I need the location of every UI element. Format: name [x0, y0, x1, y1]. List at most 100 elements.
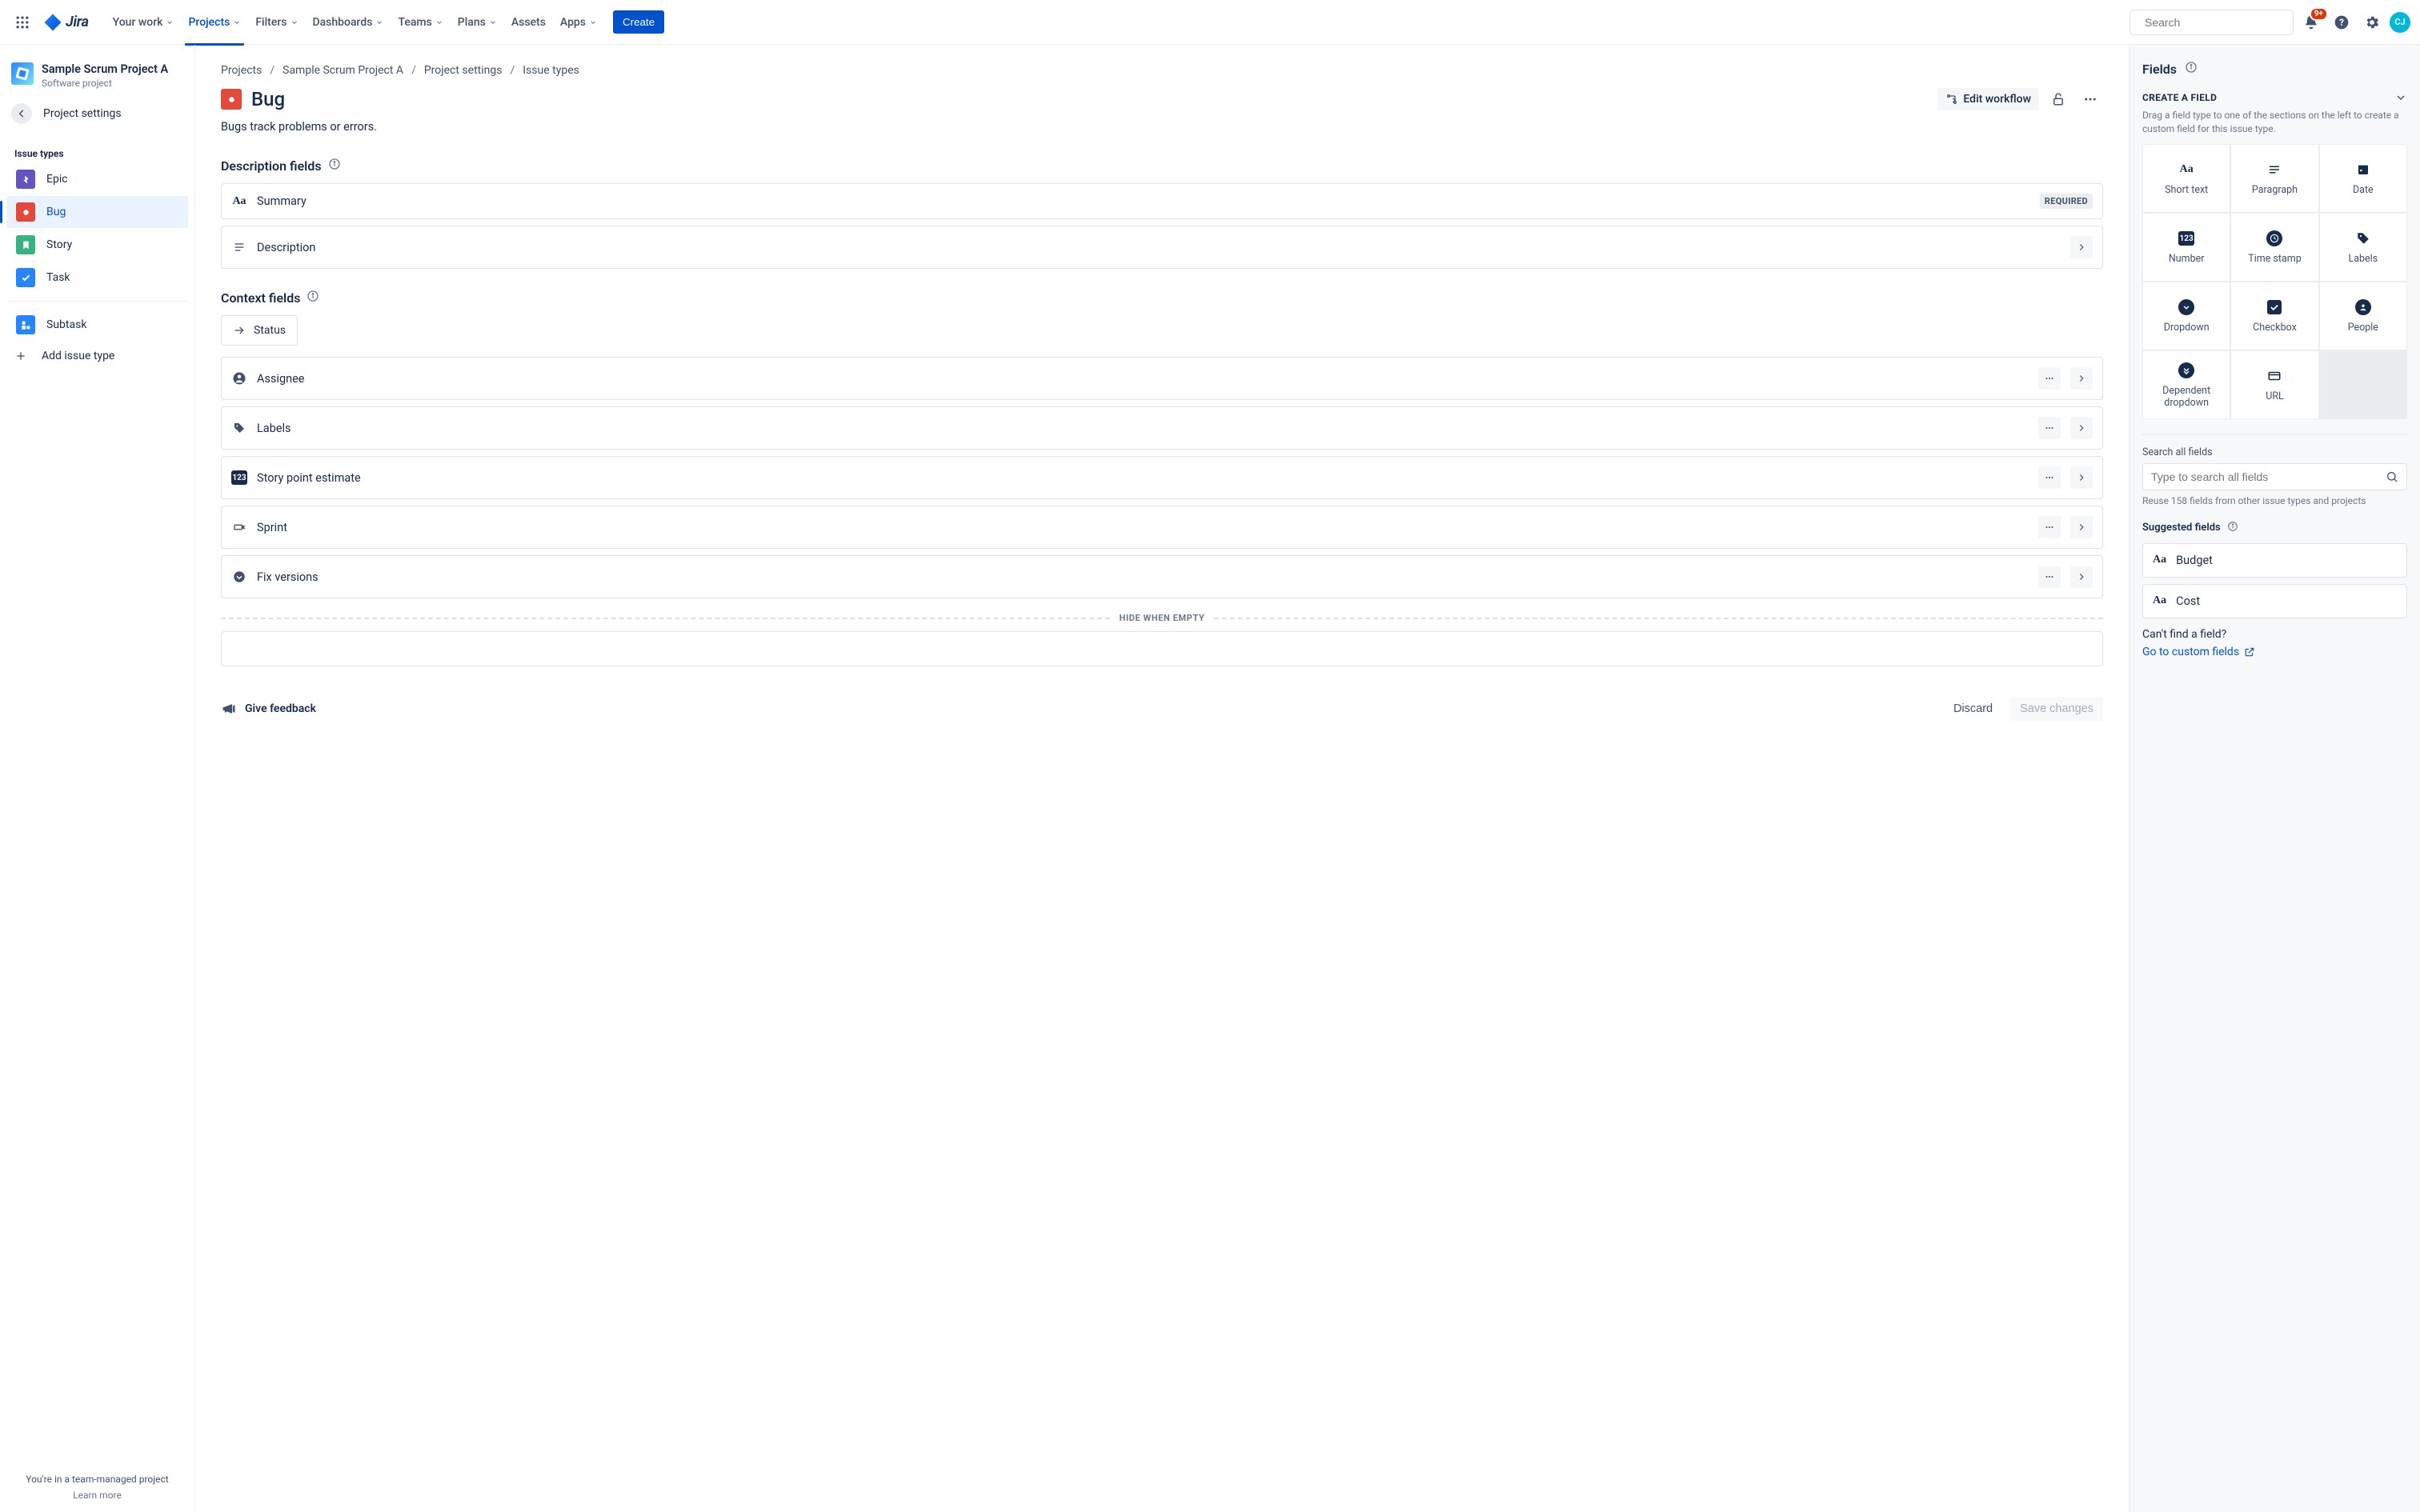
- add-issue-type-button[interactable]: Add issue type: [0, 342, 194, 370]
- profile-avatar[interactable]: CJ: [2390, 12, 2410, 33]
- more-actions-button[interactable]: [2077, 86, 2103, 112]
- expand-button[interactable]: [2070, 417, 2093, 439]
- breadcrumb-sample-scrum-project-a[interactable]: Sample Scrum Project A: [282, 64, 403, 77]
- give-feedback-button[interactable]: Give feedback: [221, 701, 316, 717]
- nav-item-projects[interactable]: Projects: [182, 11, 247, 34]
- field-type-url[interactable]: URL: [2231, 351, 2318, 418]
- project-icon: [11, 62, 34, 85]
- global-search-input[interactable]: [2145, 16, 2290, 29]
- chevron-right-icon: [2076, 522, 2087, 533]
- status-label: Status: [254, 324, 286, 337]
- field-more-button[interactable]: [2038, 367, 2061, 390]
- info-icon[interactable]: [2185, 61, 2198, 77]
- breadcrumbs: Projects/Sample Scrum Project A/Project …: [221, 64, 2103, 77]
- nav-item-your-work[interactable]: Your work: [106, 11, 181, 34]
- help-button[interactable]: ?: [2329, 10, 2354, 35]
- nav-item-plans[interactable]: Plans: [451, 11, 503, 34]
- chevron-down-icon: [166, 18, 174, 26]
- info-icon[interactable]: [328, 158, 341, 174]
- field-type-number[interactable]: 123Number: [2143, 214, 2230, 281]
- notifications-button[interactable]: 9+: [2298, 10, 2324, 35]
- discard-button[interactable]: Discard: [1945, 698, 2001, 720]
- dropdown-icon: [2177, 298, 2196, 317]
- top-nav: Jira Your workProjectsFiltersDashboardsT…: [0, 0, 2420, 45]
- field-type-date[interactable]: Date: [2320, 145, 2406, 212]
- search-fields-input[interactable]: [2151, 470, 2379, 483]
- back-to-project-settings[interactable]: Project settings: [0, 95, 194, 132]
- breadcrumb-project-settings[interactable]: Project settings: [424, 64, 503, 77]
- check-icon: [2265, 298, 2284, 317]
- field-type-labels[interactable]: Labels: [2320, 214, 2406, 281]
- field-type-checkbox[interactable]: Checkbox: [2231, 282, 2318, 350]
- page-title: Bug: [251, 88, 285, 110]
- status-field[interactable]: Status: [221, 315, 298, 346]
- suggested-field-cost[interactable]: AaCost: [2142, 584, 2407, 618]
- hidden-field-placeholder[interactable]: [221, 631, 2103, 666]
- sidebar-item-subtask[interactable]: Subtask: [6, 309, 188, 341]
- project-header[interactable]: Sample Scrum Project A Software project: [0, 45, 194, 95]
- field-type-people[interactable]: People: [2320, 282, 2406, 350]
- restrictions-button[interactable]: [2045, 86, 2071, 112]
- field-row-fix-versions[interactable]: Fix versions: [221, 555, 2103, 598]
- nav-item-filters[interactable]: Filters: [249, 11, 304, 34]
- create-button[interactable]: Create: [613, 10, 664, 34]
- field-row-description[interactable]: Description: [221, 226, 2103, 269]
- expand-button[interactable]: [2070, 466, 2093, 489]
- breadcrumb-issue-types[interactable]: Issue types: [523, 64, 579, 77]
- sidebar-item-task[interactable]: Task: [6, 262, 188, 294]
- main-content: Projects/Sample Scrum Project A/Project …: [195, 45, 2129, 1512]
- field-type-short-text[interactable]: AaShort text: [2143, 145, 2230, 212]
- go-to-custom-fields-link[interactable]: Go to custom fields: [2142, 646, 2255, 658]
- nav-item-teams[interactable]: Teams: [391, 11, 449, 34]
- settings-button[interactable]: [2359, 10, 2385, 35]
- search-fields-box[interactable]: [2142, 463, 2407, 490]
- field-more-button[interactable]: [2038, 466, 2061, 489]
- expand-button[interactable]: [2070, 566, 2093, 588]
- back-arrow-icon: [11, 103, 32, 124]
- breadcrumb-projects[interactable]: Projects: [221, 64, 262, 77]
- sidebar-learn-more-link[interactable]: Learn more: [11, 1490, 183, 1501]
- edit-workflow-button[interactable]: Edit workflow: [1937, 88, 2039, 110]
- info-icon[interactable]: [307, 290, 319, 306]
- sidebar-item-story[interactable]: Story: [6, 229, 188, 261]
- field-type-paragraph[interactable]: Paragraph: [2231, 145, 2318, 212]
- text-icon: Aa: [2153, 594, 2166, 607]
- more-icon: [2044, 571, 2055, 582]
- global-search[interactable]: [2130, 10, 2294, 35]
- app-switcher-icon[interactable]: [10, 10, 35, 35]
- expand-button[interactable]: [2070, 367, 2093, 390]
- info-icon[interactable]: [2227, 521, 2238, 535]
- expand-button[interactable]: [2070, 236, 2093, 258]
- search-fields-label: Search all fields: [2142, 446, 2407, 458]
- suggested-fields-heading: Suggested fields: [2142, 522, 2221, 534]
- field-more-button[interactable]: [2038, 516, 2061, 538]
- create-field-toggle[interactable]: CREATE A FIELD: [2142, 91, 2407, 104]
- field-type-dropdown[interactable]: Dropdown: [2143, 282, 2230, 350]
- save-changes-button[interactable]: Save changes: [2010, 697, 2103, 721]
- nav-item-dashboards[interactable]: Dashboards: [307, 11, 391, 34]
- jira-logo[interactable]: Jira: [38, 13, 94, 32]
- field-row-labels[interactable]: Labels: [221, 406, 2103, 450]
- chevron-down-icon: [290, 18, 298, 26]
- field-type-time-stamp[interactable]: Time stamp: [2231, 214, 2318, 281]
- suggested-field-budget[interactable]: AaBudget: [2142, 543, 2407, 578]
- chevron-right-icon: [2076, 422, 2087, 434]
- sidebar-item-epic[interactable]: Epic: [6, 163, 188, 195]
- field-row-sprint[interactable]: Sprint: [221, 506, 2103, 549]
- para-icon: [2265, 160, 2284, 179]
- field-row-summary[interactable]: Aa Summary REQUIRED: [221, 183, 2103, 219]
- field-type-dependent-dropdown[interactable]: Dependent dropdown: [2143, 351, 2230, 418]
- sidebar-resize-handle[interactable]: [193, 45, 196, 1512]
- field-more-button[interactable]: [2038, 417, 2061, 439]
- field-row-assignee[interactable]: Assignee: [221, 357, 2103, 400]
- bug-icon: [16, 202, 35, 222]
- field-more-button[interactable]: [2038, 566, 2061, 588]
- chevron-down-icon: [2394, 91, 2407, 104]
- sidebar-item-bug[interactable]: Bug: [6, 196, 188, 228]
- field-row-story-point-estimate[interactable]: 123 Story point estimate: [221, 456, 2103, 499]
- arrow-right-icon: [233, 324, 246, 337]
- sidebar: Sample Scrum Project A Software project …: [0, 45, 195, 1512]
- nav-item-apps[interactable]: Apps: [554, 11, 603, 34]
- expand-button[interactable]: [2070, 516, 2093, 538]
- nav-item-assets[interactable]: Assets: [505, 11, 552, 34]
